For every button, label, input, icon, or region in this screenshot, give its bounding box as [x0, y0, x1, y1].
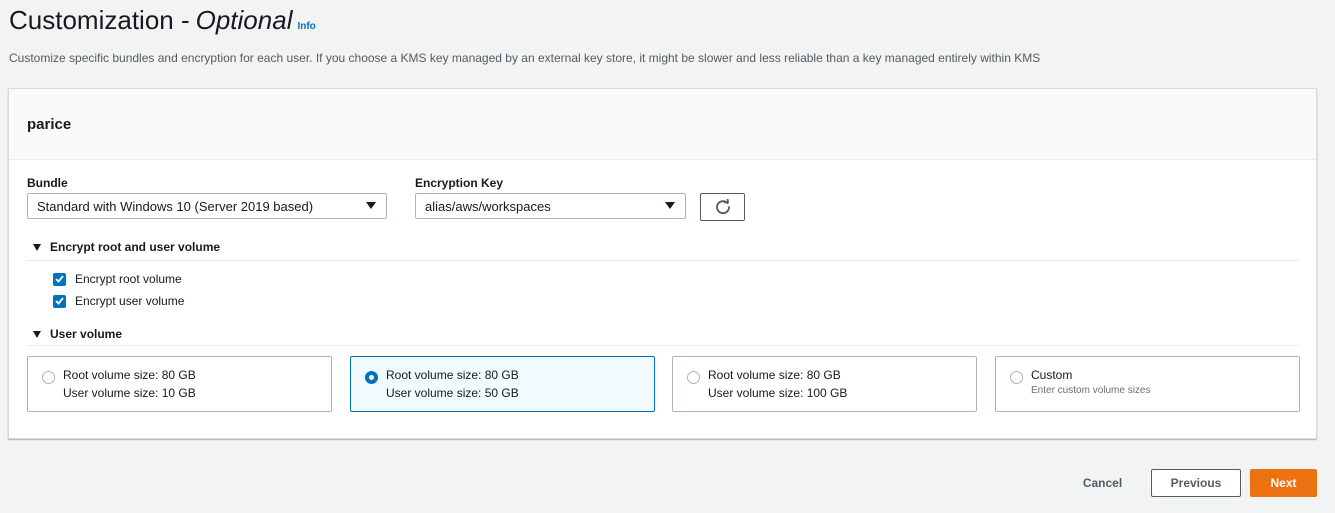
tile-root-size: Root volume size: 80 GB [708, 368, 841, 382]
encryption-key-select-value: alias/aws/workspaces [425, 198, 551, 214]
encryption-key-select[interactable]: alias/aws/workspaces [415, 193, 686, 219]
checkbox-checked-icon [53, 272, 66, 286]
caret-down-icon [33, 243, 41, 251]
refresh-icon [715, 199, 730, 215]
radio-button-selected[interactable] [365, 371, 378, 384]
tile-custom-title: Custom [1031, 368, 1073, 382]
next-button[interactable]: Next [1250, 469, 1317, 497]
radio-button[interactable] [42, 371, 55, 384]
volume-option-50gb[interactable]: Root volume size: 80 GB User volume size… [350, 356, 655, 412]
tile-user-size: User volume size: 100 GB [708, 386, 848, 400]
user-volume-section-toggle[interactable]: User volume [33, 327, 122, 341]
bundle-label: Bundle [27, 176, 68, 190]
user-name-heading: parice [27, 115, 72, 133]
encrypt-user-volume-label: Encrypt user volume [75, 294, 185, 308]
tile-root-size: Root volume size: 80 GB [63, 368, 196, 382]
caret-down-icon [665, 202, 675, 209]
tile-root-size: Root volume size: 80 GB [386, 368, 519, 382]
divider [27, 260, 1299, 261]
page-description: Customize specific bundles and encryptio… [9, 51, 1041, 65]
tile-custom-description: Enter custom volume sizes [1031, 385, 1151, 396]
encrypt-section-toggle[interactable]: Encrypt root and user volume [33, 240, 220, 254]
bundle-select[interactable]: Standard with Windows 10 (Server 2019 ba… [27, 193, 387, 219]
divider [27, 345, 1299, 346]
user-volume-section-title: User volume [50, 327, 123, 341]
user-customization-panel: parice Bundle Standard with Windows 10 (… [8, 88, 1317, 439]
cancel-button[interactable]: Cancel [1070, 470, 1135, 496]
caret-down-icon [33, 330, 41, 338]
encryption-key-label: Encryption Key [415, 176, 504, 190]
caret-down-icon [366, 202, 376, 209]
radio-button[interactable] [1010, 371, 1023, 384]
bundle-select-value: Standard with Windows 10 (Server 2019 ba… [37, 198, 314, 214]
encrypt-user-volume-checkbox[interactable]: Encrypt user volume [53, 294, 184, 308]
checkbox-checked-icon [53, 294, 66, 308]
refresh-button[interactable] [700, 193, 745, 221]
page-title-optional: Optional [195, 5, 293, 35]
page-title-text: Customization - [9, 5, 190, 35]
info-link[interactable]: Info [297, 21, 315, 32]
radio-button[interactable] [687, 371, 700, 384]
volume-option-custom[interactable]: Custom Enter custom volume sizes [995, 356, 1300, 412]
panel-header: parice [9, 89, 1316, 160]
tile-user-size: User volume size: 10 GB [63, 386, 196, 400]
volume-option-100gb[interactable]: Root volume size: 80 GB User volume size… [672, 356, 977, 412]
volume-option-10gb[interactable]: Root volume size: 80 GB User volume size… [27, 356, 332, 412]
encrypt-root-volume-checkbox[interactable]: Encrypt root volume [53, 272, 182, 286]
tile-user-size: User volume size: 50 GB [386, 386, 519, 400]
encrypt-section-title: Encrypt root and user volume [50, 240, 221, 254]
page-title: Customization - Optional Info [9, 5, 316, 36]
encrypt-root-volume-label: Encrypt root volume [75, 272, 182, 286]
previous-button[interactable]: Previous [1151, 469, 1241, 497]
